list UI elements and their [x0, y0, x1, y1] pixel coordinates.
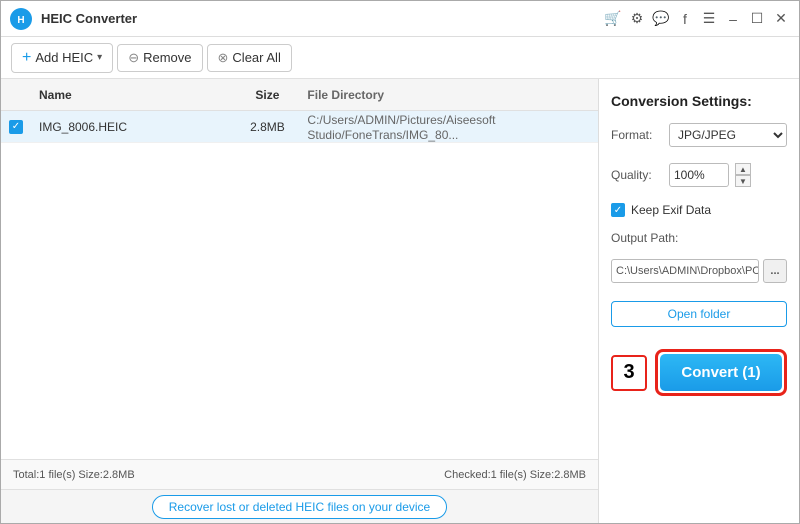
output-path-display: C:\Users\ADMIN\Dropbox\PC\ [611, 259, 759, 283]
row-dir: C:/Users/ADMIN/Pictures/Aiseesoft Studio… [307, 112, 590, 142]
clear-icon: ⊗ [218, 50, 229, 66]
remove-icon: ⊖ [128, 50, 139, 66]
title-bar-controls: 🛒 ⚙ 💬 f ☰ – ☐ ✕ [603, 9, 791, 29]
maximize-button[interactable]: ☐ [747, 9, 767, 29]
clear-all-button[interactable]: ⊗ Clear All [207, 44, 292, 72]
status-left: Total:1 file(s) Size:2.8MB [13, 469, 135, 481]
panel-title: Conversion Settings: [611, 93, 787, 109]
add-icon: + [22, 49, 31, 67]
browse-button[interactable]: ... [763, 259, 787, 283]
menu-icon[interactable]: ☰ [699, 9, 719, 29]
quality-spinner: ▲ ▼ [735, 163, 751, 187]
add-heic-button[interactable]: + Add HEIC ▾ [11, 43, 113, 73]
quality-down-button[interactable]: ▼ [735, 175, 751, 187]
exif-checkbox[interactable] [611, 203, 625, 217]
title-bar: H HEIC Converter 🛒 ⚙ 💬 f ☰ – ☐ ✕ [1, 1, 799, 37]
file-area: Name Size File Directory IMG_8006.HEIC 2… [1, 79, 599, 523]
col-dir-header: File Directory [307, 87, 590, 102]
table-body: IMG_8006.HEIC 2.8MB C:/Users/ADMIN/Pictu… [1, 111, 598, 459]
app-logo: H [9, 7, 33, 31]
toolbar: + Add HEIC ▾ ⊖ Remove ⊗ Clear All [1, 37, 799, 79]
step-badge: 3 [611, 355, 647, 391]
table-header: Name Size File Directory [1, 79, 598, 111]
close-button[interactable]: ✕ [771, 9, 791, 29]
open-folder-button[interactable]: Open folder [611, 301, 787, 327]
quality-up-button[interactable]: ▲ [735, 163, 751, 175]
app-title: HEIC Converter [41, 11, 603, 26]
clear-all-label: Clear All [232, 50, 280, 65]
exif-row: Keep Exif Data [611, 203, 787, 217]
convert-button-wrapper: Convert (1) [655, 349, 787, 396]
format-row: Format: JPG/JPEG PNG PDF GIF [611, 123, 787, 147]
convert-area: 3 Convert (1) [611, 349, 787, 396]
col-size-header: Size [227, 87, 307, 102]
dropdown-arrow-icon[interactable]: ▾ [97, 52, 102, 63]
cart-icon[interactable]: 🛒 [603, 9, 623, 29]
format-select[interactable]: JPG/JPEG PNG PDF GIF [669, 123, 787, 147]
settings-icon[interactable]: ⚙ [627, 9, 647, 29]
chat-icon[interactable]: 💬 [651, 9, 671, 29]
output-label: Output Path: [611, 231, 787, 245]
remove-label: Remove [143, 50, 191, 65]
quality-label: Quality: [611, 168, 663, 182]
checkbox-checked[interactable] [9, 120, 23, 134]
minimize-button[interactable]: – [723, 9, 743, 29]
add-heic-label: Add HEIC [35, 50, 93, 65]
main-content: Name Size File Directory IMG_8006.HEIC 2… [1, 79, 799, 523]
recovery-button[interactable]: Recover lost or deleted HEIC files on yo… [152, 495, 447, 519]
row-size: 2.8MB [227, 119, 307, 134]
table-row[interactable]: IMG_8006.HEIC 2.8MB C:/Users/ADMIN/Pictu… [1, 111, 598, 143]
right-panel: Conversion Settings: Format: JPG/JPEG PN… [599, 79, 799, 523]
status-bar: Total:1 file(s) Size:2.8MB Checked:1 fil… [1, 459, 598, 489]
svg-text:H: H [17, 15, 24, 26]
status-right: Checked:1 file(s) Size:2.8MB [444, 469, 586, 481]
output-path-row: C:\Users\ADMIN\Dropbox\PC\ ... [611, 259, 787, 283]
quality-input[interactable] [669, 163, 729, 187]
col-name-header: Name [39, 87, 227, 102]
recovery-bar: Recover lost or deleted HEIC files on yo… [1, 489, 598, 523]
quality-row: Quality: ▲ ▼ [611, 163, 787, 187]
format-label: Format: [611, 128, 663, 142]
row-checkbox[interactable] [9, 120, 39, 134]
facebook-icon[interactable]: f [675, 9, 695, 29]
convert-button[interactable]: Convert (1) [660, 354, 782, 391]
exif-label: Keep Exif Data [631, 203, 711, 217]
row-name: IMG_8006.HEIC [39, 119, 227, 134]
remove-button[interactable]: ⊖ Remove [117, 44, 202, 72]
